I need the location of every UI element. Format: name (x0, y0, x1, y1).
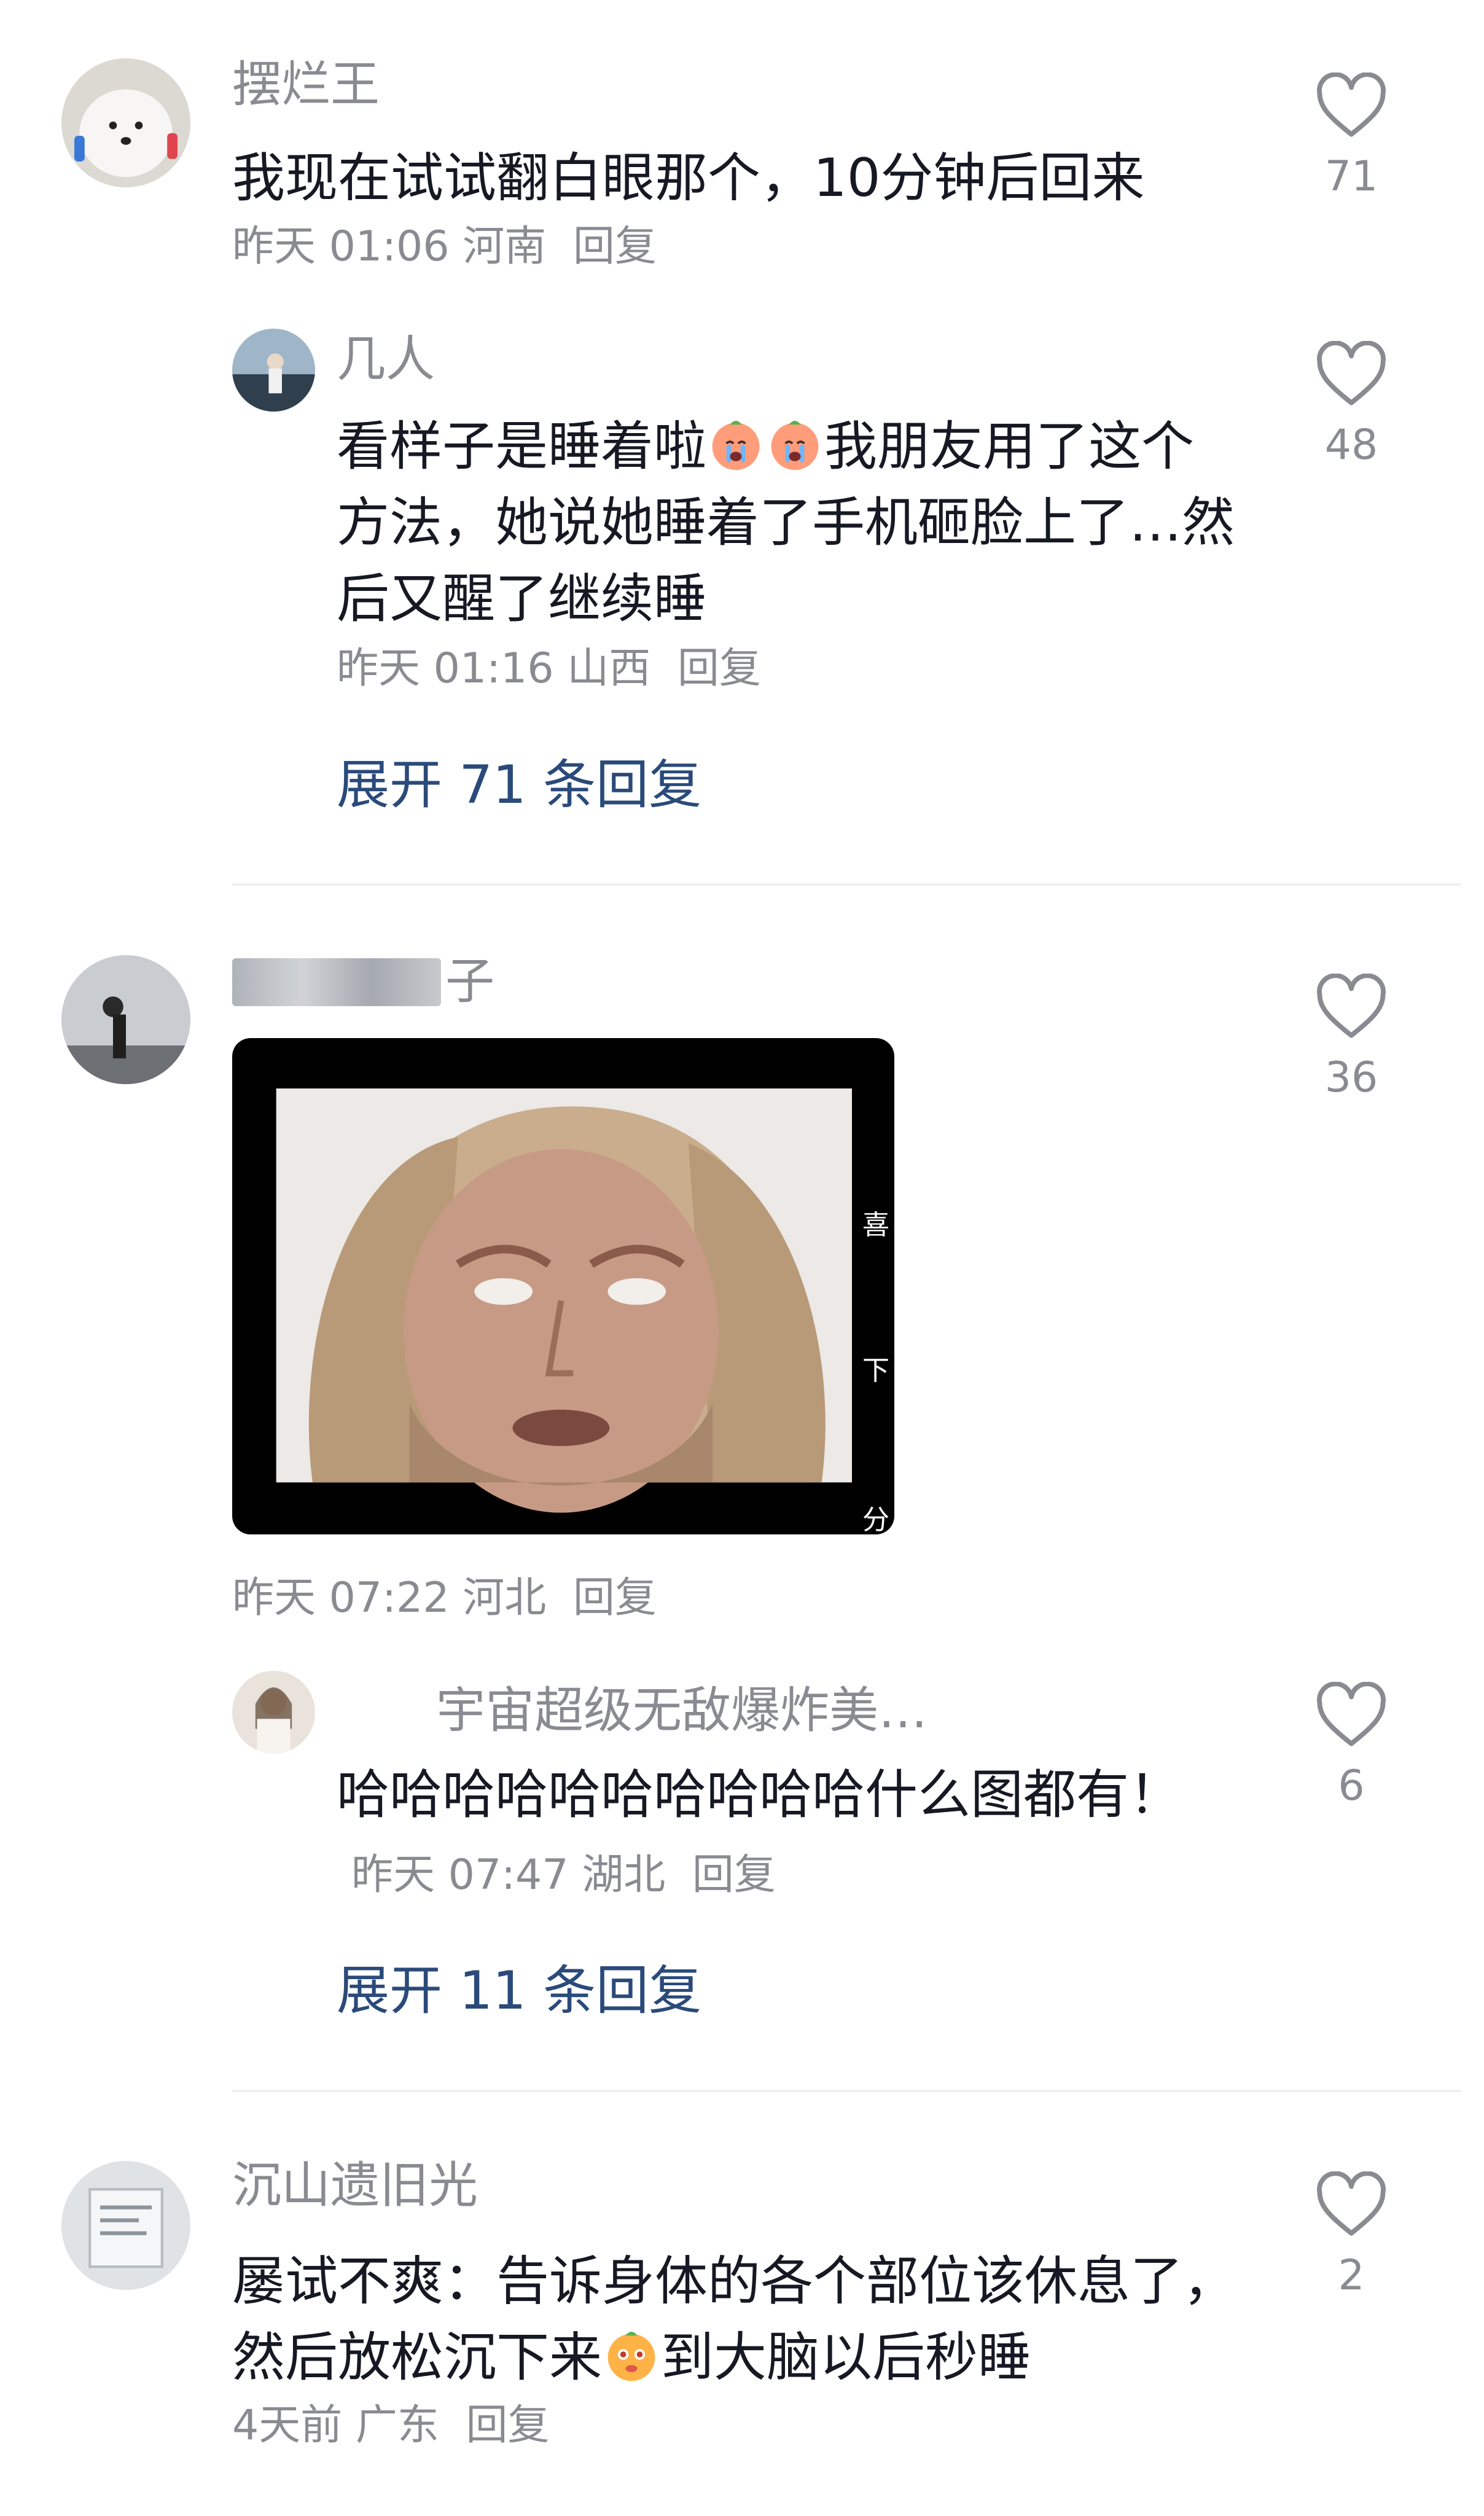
comment-username[interactable]: 摆烂王 (232, 60, 380, 109)
meme-face-illustration (276, 1088, 853, 1513)
reply-button[interactable]: 回复 (678, 644, 761, 693)
like-button[interactable]: 36 (1305, 974, 1397, 1099)
reply-button[interactable]: 回复 (573, 222, 657, 271)
username-redacted-blur (232, 958, 441, 1006)
comment-text-part2: 到大脑以后秒睡 (661, 2327, 1031, 2388)
like-button[interactable]: 6 (1305, 1682, 1397, 1807)
person-avatar-image (232, 329, 315, 412)
heart-outline-icon (1317, 341, 1386, 405)
reply-button[interactable]: 回复 (573, 1574, 657, 1622)
dog-avatar-image (61, 58, 190, 187)
reply-text-part1: 看样子是睡着啦 (337, 416, 706, 477)
like-button[interactable]: 2 (1305, 2171, 1397, 2297)
divider (232, 883, 1461, 886)
book-avatar-image (61, 2161, 190, 2290)
like-count: 36 (1324, 1053, 1378, 1102)
reply-time: 昨天 01:16 (337, 644, 554, 693)
comment-time: 4天前 (232, 2401, 343, 2450)
reply-text: 哈哈哈哈哈哈哈哈哈哈什么图都有！ 昨天 07:47 湖北 回复 (337, 1757, 1246, 1909)
reply-button[interactable]: 回复 (466, 2401, 550, 2450)
comment-meta: 昨天 07:22 河北 回复 (232, 1577, 657, 1619)
comment-text: 屡试不爽：告诉身体的各个部位该休息了，然后放松沉下来 到大脑以后秒睡 (232, 2243, 1276, 2396)
reply-username[interactable]: 宇宙超级无敌爆炸美… (436, 1686, 928, 1735)
like-button[interactable]: 48 (1305, 341, 1397, 466)
comment-text: 我现在试试翻白眼那个，10分钟后回来 (232, 147, 1145, 209)
comment-time: 昨天 01:06 (232, 222, 450, 271)
like-count: 2 (1338, 2251, 1365, 2300)
comment-location: 河南 (463, 222, 547, 271)
comment-meta: 4天前 广东 回复 (232, 2405, 550, 2447)
heart-outline-icon (1317, 1682, 1386, 1746)
expand-replies-button[interactable]: 展开 71 条回复 (337, 759, 701, 811)
crying-peach-emoji (771, 421, 819, 471)
avatar[interactable] (232, 329, 315, 412)
video-meme-image[interactable]: 喜 下 分 (232, 1038, 894, 1534)
crying-peach-emoji (712, 421, 760, 471)
side-label-download: 下 (862, 1355, 889, 1386)
avatar[interactable] (61, 2161, 190, 2290)
divider (232, 2090, 1461, 2092)
heart-outline-icon (1317, 2171, 1386, 2236)
heart-outline-icon (1317, 72, 1386, 137)
reply-text: 看样子是睡着啦 我朋友用了这个方法，她说她睡着了手机砸脸上了…然后又醒了继续睡 (337, 408, 1246, 637)
avatar[interactable] (232, 1671, 315, 1754)
side-label-like: 喜 (862, 1209, 889, 1241)
avatar[interactable] (61, 955, 190, 1084)
comment-username-suffix[interactable]: 子 (445, 957, 494, 1006)
reply-time: 昨天 07:47 (351, 1851, 569, 1899)
avatar[interactable] (61, 58, 190, 187)
reply-meta: 昨天 07:47 湖北 回复 (351, 1851, 776, 1899)
reply-username[interactable]: 几人 (337, 335, 435, 384)
comment-location: 河北 (463, 1574, 547, 1622)
like-button[interactable]: 71 (1305, 72, 1397, 198)
person-avatar-image (232, 1671, 315, 1754)
like-count: 71 (1324, 152, 1378, 201)
comment-location: 广东 (355, 2401, 439, 2450)
side-label-share: 分 (862, 1504, 889, 1534)
heart-outline-icon (1317, 974, 1386, 1038)
comment-time: 昨天 07:22 (232, 1574, 450, 1622)
comment-meta: 昨天 01:06 河南 回复 (232, 226, 657, 268)
like-count: 48 (1324, 421, 1378, 469)
reply-location: 湖北 (582, 1851, 666, 1899)
like-count: 6 (1338, 1762, 1365, 1810)
reply-meta: 昨天 01:16 山西 回复 (337, 648, 761, 690)
peach-face-emoji (607, 2332, 655, 2381)
reply-button[interactable]: 回复 (692, 1851, 776, 1899)
reply-text-body: 哈哈哈哈哈哈哈哈哈哈什么图都有！ (337, 1764, 1182, 1826)
reply-location: 山西 (567, 644, 651, 693)
person-avatar-image (61, 955, 190, 1084)
expand-replies-button[interactable]: 展开 11 条回复 (337, 1964, 701, 2017)
comment-username[interactable]: 沉山遗旧光 (232, 2161, 478, 2210)
